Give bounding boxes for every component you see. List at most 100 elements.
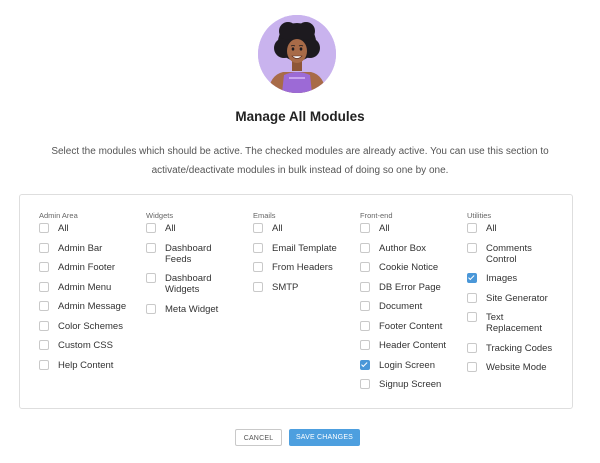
module-option[interactable]: From Headers	[253, 262, 345, 273]
checkbox[interactable]	[467, 312, 477, 322]
module-option[interactable]: Dashboard Feeds	[146, 242, 238, 265]
module-label: Admin Message	[58, 301, 127, 312]
module-option[interactable]: Author Box	[360, 242, 452, 254]
module-option[interactable]: Header Content	[360, 340, 452, 351]
module-label: All	[379, 223, 390, 234]
module-option[interactable]: Footer Content	[360, 320, 452, 332]
module-option[interactable]: Meta Widget	[146, 303, 238, 315]
module-option[interactable]: Dashboard Widgets	[146, 273, 238, 295]
module-option[interactable]: All	[467, 223, 557, 234]
modules-panel: Admin Area All Admin Bar Admin Footer Admin…	[19, 194, 573, 409]
module-label: All	[58, 223, 69, 234]
checkbox[interactable]	[39, 223, 49, 233]
module-label: Website Mode	[486, 362, 547, 373]
module-option[interactable]: Site Generator	[467, 292, 557, 304]
checkbox[interactable]	[467, 223, 477, 233]
checkbox[interactable]	[146, 223, 156, 233]
modal-description: Select the modules which should be activ…	[51, 146, 549, 176]
module-option[interactable]: Custom CSS	[39, 340, 129, 351]
module-option[interactable]: SMTP	[253, 281, 345, 293]
module-column-emails: Emails All Email Template From Headers SMTP	[253, 211, 345, 301]
module-option[interactable]: Tracking Codes	[467, 342, 557, 354]
checkbox[interactable]	[360, 301, 370, 311]
module-option[interactable]: All	[146, 223, 238, 234]
module-option[interactable]: Email Template	[253, 242, 345, 254]
module-label: Footer Content	[379, 320, 443, 332]
module-option[interactable]: All	[253, 223, 345, 234]
checkbox[interactable]	[467, 342, 477, 353]
module-option[interactable]: Admin Footer	[39, 262, 129, 273]
module-label: From Headers	[272, 262, 333, 273]
module-label: Admin Footer	[58, 262, 116, 273]
checkbox[interactable]	[360, 262, 370, 272]
module-column-front-end: Front-end All Author Box Cookie Notice DB E…	[360, 211, 452, 399]
checkbox[interactable]	[360, 379, 370, 389]
checkbox[interactable]	[253, 281, 263, 292]
module-label: Email Template	[272, 242, 337, 254]
module-label: DB Error Page	[379, 281, 441, 293]
checkbox[interactable]	[146, 303, 156, 314]
save-changes-button[interactable]: SAVE CHANGES	[289, 429, 360, 446]
checkbox[interactable]	[39, 242, 49, 253]
module-label: Admin Bar	[58, 242, 103, 254]
module-option[interactable]: Images	[467, 273, 557, 284]
module-label: Tracking Codes	[486, 342, 553, 354]
module-option[interactable]: Color Schemes	[39, 320, 129, 332]
checkbox[interactable]	[39, 281, 49, 292]
module-label: Custom CSS	[58, 340, 113, 351]
modal-title: Manage All Modules	[235, 109, 365, 124]
checkbox[interactable]	[360, 340, 370, 350]
module-option[interactable]: Website Mode	[467, 362, 557, 373]
module-option[interactable]: Cookie Notice	[360, 262, 452, 273]
module-option[interactable]: Text Replacement	[467, 312, 557, 334]
avatar	[258, 15, 336, 93]
module-option[interactable]: All	[360, 223, 452, 234]
checkbox[interactable]	[360, 320, 370, 331]
checkbox[interactable]	[253, 223, 263, 233]
module-label: Text Replacement	[486, 312, 542, 334]
cancel-button[interactable]: CANCEL	[235, 429, 282, 446]
module-label: All	[165, 223, 176, 234]
module-option[interactable]: DB Error Page	[360, 281, 452, 293]
module-label: Images	[486, 273, 518, 284]
module-label: Comments Control	[486, 242, 532, 265]
module-option[interactable]: All	[39, 223, 129, 234]
checkbox-checked[interactable]	[467, 273, 477, 283]
module-option[interactable]: Admin Message	[39, 301, 129, 312]
module-option[interactable]: Login Screen	[360, 359, 452, 371]
module-option[interactable]: Signup Screen	[360, 379, 452, 390]
checkbox[interactable]	[253, 262, 263, 272]
module-label: Color Schemes	[58, 320, 123, 332]
column-heading: Admin Area	[39, 211, 78, 220]
module-label: Author Box	[379, 242, 426, 254]
module-column-utilities: Utilities All Comments Control Images Site …	[467, 211, 557, 382]
checkbox[interactable]	[467, 242, 477, 253]
module-column-widgets: Widgets All Dashboard Feeds Dashboard Widg…	[146, 211, 238, 323]
checkbox[interactable]	[360, 223, 370, 233]
checkbox[interactable]	[39, 301, 49, 311]
module-label: Document	[379, 301, 423, 312]
module-label: All	[486, 223, 497, 234]
module-option[interactable]: Comments Control	[467, 242, 557, 265]
checkbox[interactable]	[39, 340, 49, 350]
module-label: Cookie Notice	[379, 262, 439, 273]
module-label: Meta Widget	[165, 303, 219, 315]
module-option[interactable]: Admin Menu	[39, 281, 129, 293]
checkbox[interactable]	[39, 359, 49, 370]
module-option[interactable]: Document	[360, 301, 452, 312]
checkbox[interactable]	[467, 292, 477, 303]
module-label: Signup Screen	[379, 379, 442, 390]
column-heading: Front-end	[360, 211, 393, 220]
checkbox[interactable]	[39, 262, 49, 272]
checkbox[interactable]	[146, 273, 156, 283]
checkbox[interactable]	[39, 320, 49, 331]
checkbox-checked[interactable]	[360, 359, 370, 370]
checkbox[interactable]	[253, 242, 263, 253]
checkbox[interactable]	[146, 242, 156, 253]
checkbox[interactable]	[467, 362, 477, 372]
module-option[interactable]: Help Content	[39, 359, 129, 371]
module-option[interactable]: Admin Bar	[39, 242, 129, 254]
module-label: Header Content	[379, 340, 447, 351]
checkbox[interactable]	[360, 242, 370, 253]
checkbox[interactable]	[360, 281, 370, 292]
